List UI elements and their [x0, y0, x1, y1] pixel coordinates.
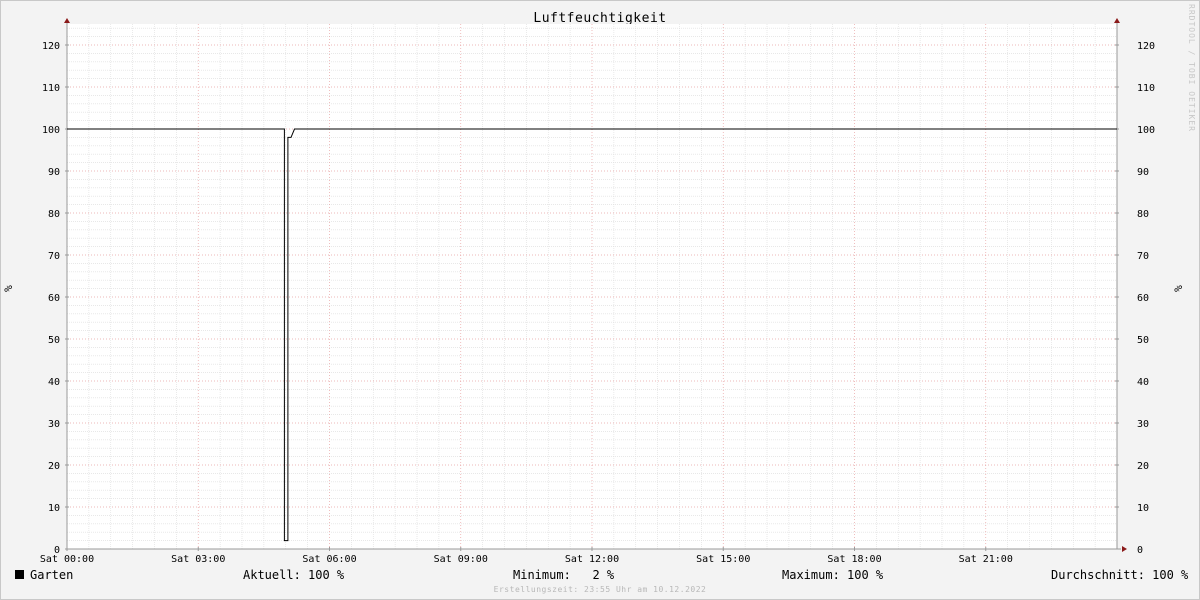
x-tick-label: Sat 03:00 [171, 554, 225, 565]
y-tick-label-left: 20 [48, 461, 60, 472]
legend-current: Aktuell: 100 % [243, 568, 345, 582]
legend: Garten Aktuell: 100 % Minimum: 2 % Maxim… [0, 568, 1200, 584]
y-tick-label-left: 90 [48, 167, 60, 178]
y-tick-label-right: 80 [1137, 209, 1149, 220]
legend-series-name: Garten [30, 568, 74, 582]
y-tick-label-left: 80 [48, 209, 60, 220]
y-tick-label-right: 50 [1137, 335, 1149, 346]
x-tick-label: Sat 00:00 [40, 554, 94, 565]
y-tick-label-left: 30 [48, 419, 60, 430]
y-tick-label-left: 10 [48, 503, 60, 514]
grid-layer [67, 24, 1117, 549]
y-tick-label-right: 0 [1137, 545, 1143, 556]
x-axis-arrow [1122, 546, 1127, 552]
y-tick-label-right: 100 [1137, 125, 1155, 136]
x-tick-label: Sat 09:00 [434, 554, 488, 565]
legend-swatch-garten [15, 570, 24, 579]
legend-maximum: Maximum: 100 % [782, 568, 884, 582]
y-tick-label-left: 100 [42, 125, 60, 136]
x-tick-label: Sat 21:00 [959, 554, 1013, 565]
y-tick-label-left: 40 [48, 377, 60, 388]
y-tick-label-left: 70 [48, 251, 60, 262]
chart-plot: 0 010 1020 2030 3040 4050 5060 6070 7080 8090 9010… [40, 18, 1155, 565]
y-tick-label-right: 10 [1137, 503, 1149, 514]
x-tick-label: Sat 15:00 [696, 554, 750, 565]
y-tick-label-right: 60 [1137, 293, 1149, 304]
y-tick-label-left: 50 [48, 335, 60, 346]
y-tick-label-right: 120 [1137, 41, 1155, 52]
x-tick-label: Sat 18:00 [827, 554, 881, 565]
y-axis-arrow-left [64, 18, 70, 23]
legend-minimum: Minimum: 2 % [513, 568, 615, 582]
y-tick-label-right: 40 [1137, 377, 1149, 388]
y-tick-label-left: 120 [42, 41, 60, 52]
y-tick-label-right: 20 [1137, 461, 1149, 472]
y-tick-label-right: 90 [1137, 167, 1149, 178]
x-tick-label: Sat 12:00 [565, 554, 619, 565]
x-tick-label: Sat 06:00 [302, 554, 356, 565]
y-tick-label-right: 70 [1137, 251, 1149, 262]
y-axis-arrow-right [1114, 18, 1120, 23]
y-tick-label-left: 110 [42, 83, 60, 94]
legend-average: Durchschnitt: 100 % [1051, 568, 1189, 582]
y-tick-label-right: 110 [1137, 83, 1155, 94]
y-tick-label-right: 30 [1137, 419, 1149, 430]
creation-time-footer: Erstellungszeit: 23:55 Uhr am 10.12.2022 [493, 585, 707, 594]
y-tick-label-left: 60 [48, 293, 60, 304]
